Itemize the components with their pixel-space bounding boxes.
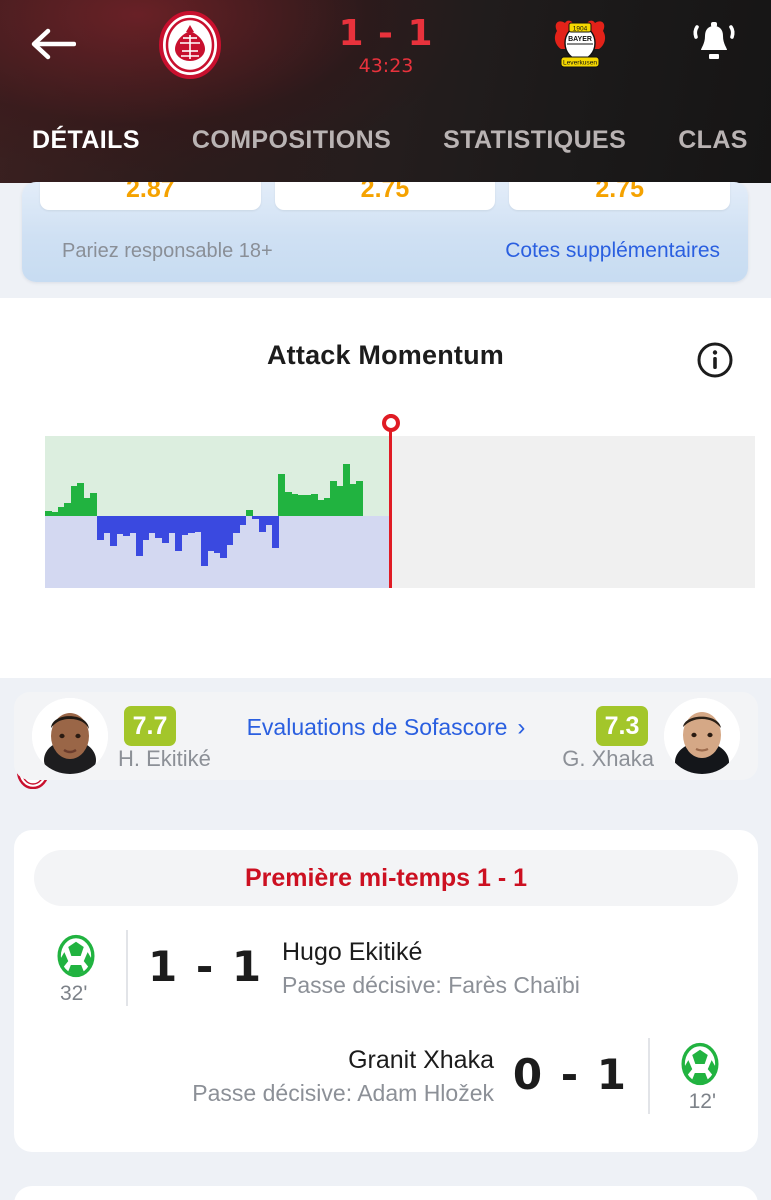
header-top-row: 1 - 1 43:23 1904 BAYER Leverkusen xyxy=(0,0,771,110)
svg-text:BAYER: BAYER xyxy=(568,36,592,43)
incident-score: 0 - 1 xyxy=(512,1050,628,1099)
sofascore-ratings-bar[interactable]: 7.7 H. Ekitiké Evaluations de Sofascore ›… xyxy=(14,692,758,780)
odds-option-1[interactable]: 2.87 xyxy=(40,182,261,210)
incident-player-name: Granit Xhaka xyxy=(348,1046,494,1074)
match-score: 1 - 1 xyxy=(338,13,434,54)
momentum-bar xyxy=(239,516,247,525)
match-header: 1 - 1 43:23 1904 BAYER Leverkusen DÉTAIL… xyxy=(0,0,771,183)
tab-compositions[interactable]: COMPOSITIONS xyxy=(166,112,417,155)
svg-text:Leverkusen: Leverkusen xyxy=(563,60,597,67)
odds-card: 2.87 2.75 2.75 Pariez responsable 18+ Co… xyxy=(22,182,748,282)
tab-statistiques[interactable]: STATISTIQUES xyxy=(417,112,652,155)
arrow-left-icon xyxy=(30,27,76,61)
incident-player-name: Hugo Ekitiké xyxy=(282,938,423,966)
notification-bell-icon xyxy=(693,22,735,59)
incident-minute: 32' xyxy=(60,982,88,1005)
momentum-bar xyxy=(356,480,364,516)
home-player-name: H. Ekitiké xyxy=(118,746,211,771)
attack-momentum-title: Attack Momentum xyxy=(266,340,505,370)
incident-divider xyxy=(126,930,128,1006)
momentum-bar xyxy=(271,516,279,548)
away-player-rating: 7.3 xyxy=(596,706,648,746)
momentum-bar xyxy=(90,492,98,516)
live-marker-dot xyxy=(382,414,400,432)
first-half-header: Première mi-temps 1 - 1 xyxy=(34,850,738,906)
incident-row-home-goal[interactable]: 32' 1 - 1 Hugo Ekitiké Passe décisive: F… xyxy=(14,920,758,1030)
odds-value: 2.75 xyxy=(595,182,645,203)
green-football-icon xyxy=(681,1042,719,1086)
ratings-link-label: Evaluations de Sofascore xyxy=(246,714,508,740)
incident-assist: Passe décisive: Farès Chaïbi xyxy=(282,972,580,998)
additional-odds-link[interactable]: Cotes supplémentaires xyxy=(505,239,720,263)
away-player-name: G. Xhaka xyxy=(562,746,654,771)
info-circle-icon xyxy=(697,342,733,378)
home-team-badge[interactable] xyxy=(158,11,222,79)
odds-option-x[interactable]: 2.75 xyxy=(274,182,496,210)
tab-classement[interactable]: CLAS xyxy=(652,112,771,155)
incident-divider xyxy=(648,1038,650,1114)
match-clock: 43:23 xyxy=(358,55,414,77)
odds-option-2[interactable]: 2.75 xyxy=(509,182,731,210)
incident-row-away-goal[interactable]: 12' 0 - 1 Granit Xhaka Passe décisive: A… xyxy=(14,1028,758,1138)
green-football-icon xyxy=(57,934,95,978)
away-player-avatar xyxy=(664,698,740,774)
incident-score: 1 - 1 xyxy=(148,942,264,991)
tab-details[interactable]: DÉTAILS xyxy=(32,112,166,155)
chevron-right-icon: › xyxy=(517,714,526,741)
incident-assist: Passe décisive: Adam Hložek xyxy=(192,1080,494,1106)
tab-bar: DÉTAILS COMPOSITIONS STATISTIQUES CLAS xyxy=(0,112,771,183)
goal-icon xyxy=(678,1042,722,1086)
attack-momentum-section: Attack Momentum xyxy=(0,298,771,934)
responsible-gambling-text: Pariez responsable 18+ xyxy=(62,239,273,262)
info-button[interactable] xyxy=(695,340,735,380)
goal-icon xyxy=(54,934,98,978)
next-card-peek xyxy=(14,1186,758,1200)
scoreboard: 1 - 1 43:23 xyxy=(306,13,466,78)
momentum-bars xyxy=(44,436,389,588)
away-team-badge[interactable]: 1904 BAYER Leverkusen xyxy=(549,17,611,75)
incidents-card: Première mi-temps 1 - 1 32' 1 - 1 Hugo E… xyxy=(14,830,758,1152)
odds-footer: Pariez responsable 18+ Cotes supplémenta… xyxy=(22,220,748,282)
app-root: 1 - 1 43:23 1904 BAYER Leverkusen DÉTAIL… xyxy=(0,0,771,1200)
svg-text:1904: 1904 xyxy=(573,26,588,33)
odds-value: 2.75 xyxy=(360,182,410,203)
live-marker-line xyxy=(389,414,392,588)
attack-momentum-chart[interactable] xyxy=(0,414,771,608)
back-button[interactable] xyxy=(26,22,80,66)
odds-value: 2.87 xyxy=(126,182,175,203)
odds-row: 2.87 2.75 2.75 xyxy=(40,182,731,210)
chart-plot-area xyxy=(44,414,755,588)
eintracht-frankfurt-badge-icon xyxy=(159,11,221,79)
bayer-leverkusen-badge-icon: 1904 BAYER Leverkusen xyxy=(554,20,606,68)
incident-minute: 12' xyxy=(688,1090,716,1113)
notification-button[interactable] xyxy=(688,18,740,66)
